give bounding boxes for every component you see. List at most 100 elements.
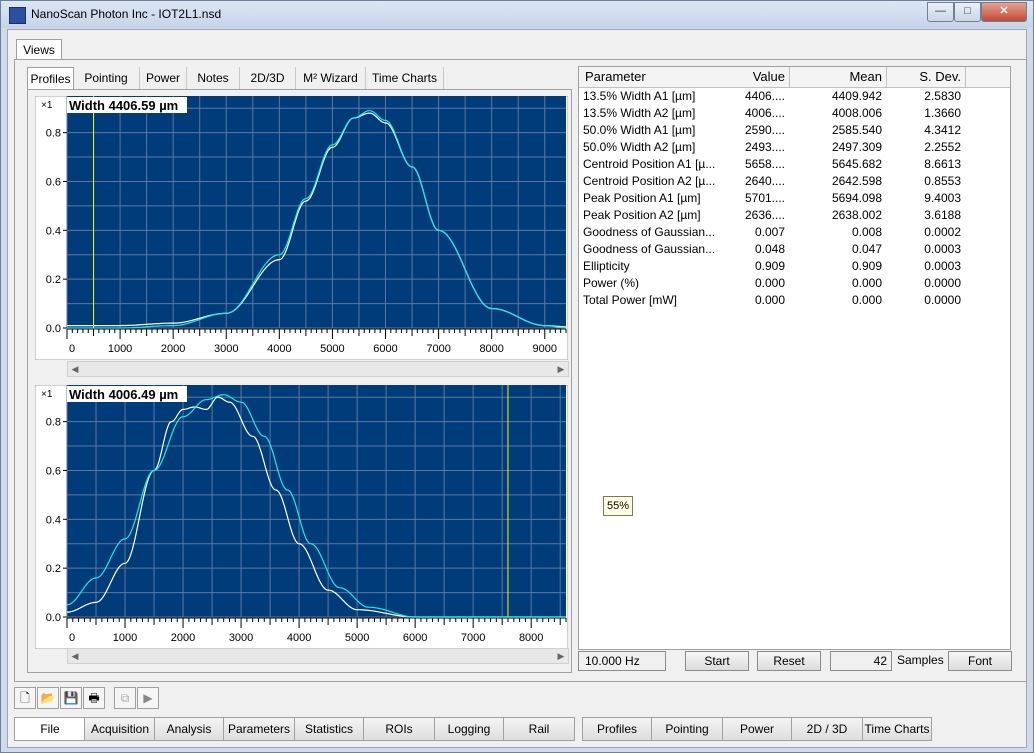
font-button[interactable]: Font: [948, 651, 1012, 671]
nav-rois[interactable]: ROIs: [363, 717, 435, 741]
cell-sdev: 9.4003: [924, 191, 961, 205]
close-button[interactable]: ✕: [981, 2, 1027, 22]
scroll-left-icon[interactable]: ◀: [68, 362, 82, 376]
x-tick-label: 0: [69, 343, 75, 355]
table-row[interactable]: 13.5% Width A2 [µm] 4006.... 4008.006 1.366…: [579, 106, 1010, 123]
nav-pointing[interactable]: Pointing: [651, 717, 723, 741]
tab-views[interactable]: Views: [16, 39, 62, 60]
cell-parameter: 13.5% Width A1 [µm]: [583, 89, 696, 103]
cell-sdev: 0.0003: [924, 242, 961, 256]
header-parameter[interactable]: Parameter: [579, 67, 738, 88]
cell-sdev: 4.3412: [924, 123, 961, 137]
table-row[interactable]: Centroid Position A1 [µ... 5658.... 5645.6…: [579, 157, 1010, 174]
table-row[interactable]: 50.0% Width A1 [µm] 2590.... 2585.540 4.341…: [579, 123, 1010, 140]
minimize-button[interactable]: —: [927, 2, 954, 22]
plot1-scrollbar[interactable]: ◀ ▶: [67, 361, 569, 377]
table-row[interactable]: Ellipticity 0.909 0.909 0.0003: [579, 259, 1010, 276]
cell-value: 2493....: [744, 140, 785, 154]
header-sdev[interactable]: S. Dev.: [887, 67, 966, 88]
table-row[interactable]: Peak Position A1 [µm] 5701.... 5694.098 9.4…: [579, 191, 1010, 208]
y-tick-label: 0.2: [46, 563, 61, 575]
scroll-right-icon[interactable]: ▶: [554, 362, 568, 376]
x-tick-label: 3000: [229, 632, 253, 644]
table-row[interactable]: 13.5% Width A1 [µm] 4406.... 4409.942 2.583…: [579, 89, 1010, 106]
x-tick-label: 8000: [519, 632, 543, 644]
tab-power[interactable]: Power: [140, 67, 187, 89]
cell-mean: 2497.309: [831, 140, 882, 154]
scroll-left-icon[interactable]: ◀: [68, 649, 82, 663]
profile-plot-a1[interactable]: 0.8 0.6 0.4 0.2 0.0 ×1 0 1000 2000 3000 4000 5000 60…: [35, 96, 568, 360]
table-row[interactable]: Peak Position A2 [µm] 2636.... 2638.002 3.6…: [579, 208, 1010, 225]
table-row[interactable]: Goodness of Gaussian... 0.007 0.008 0.0002: [579, 225, 1010, 242]
cell-value: 0.007: [754, 225, 785, 239]
header-mean[interactable]: Mean: [790, 67, 887, 88]
tab-m2-wizard[interactable]: M² Wizard: [296, 67, 366, 89]
y-tick-label: 0.0: [46, 612, 61, 624]
cell-parameter: Peak Position A2 [µm]: [583, 208, 701, 222]
tab-pointing[interactable]: Pointing: [73, 67, 140, 89]
play-icon[interactable]: ▶: [137, 687, 159, 709]
profile-plot-a2[interactable]: 0.8 0.6 0.4 0.2 0.0 ×1 0 1000 2000 3000 4000 5000 60…: [35, 385, 568, 649]
plot2-scrollbar[interactable]: ◀ ▶: [67, 648, 569, 664]
results-grid[interactable]: Parameter Value Mean S. Dev. 13.5% Width…: [578, 66, 1011, 650]
table-row[interactable]: Goodness of Gaussian... 0.048 0.047 0.0003: [579, 242, 1010, 259]
y-multiplier-label: ×1: [41, 100, 53, 111]
cell-mean: 0.008: [851, 225, 882, 239]
cell-parameter: Goodness of Gaussian...: [583, 242, 716, 256]
cell-mean: 0.000: [851, 276, 882, 290]
header-value[interactable]: Value: [732, 67, 790, 88]
save-icon[interactable]: 💾: [60, 687, 82, 709]
nav-rail[interactable]: Rail: [503, 717, 575, 741]
cell-sdev: 0.0000: [924, 293, 961, 307]
nav-statistics[interactable]: Statistics: [294, 717, 364, 741]
table-row[interactable]: Power (%) 0.000 0.000 0.0000: [579, 276, 1010, 293]
x-tick-label: 8000: [479, 343, 503, 355]
cell-parameter: 50.0% Width A2 [µm]: [583, 140, 696, 154]
tab-time-charts[interactable]: Time Charts: [366, 67, 444, 89]
title-bar[interactable]: NanoScan Photon Inc - IOT2L1.nsd — □ ✕: [1, 1, 1033, 28]
x-tick-label: 4000: [267, 343, 291, 355]
tab-profiles[interactable]: Profiles: [27, 67, 74, 90]
cell-sdev: 2.2552: [924, 140, 961, 154]
maximize-button[interactable]: □: [954, 2, 981, 22]
tab-2d-3d[interactable]: 2D/3D: [240, 67, 296, 89]
scroll-right-icon[interactable]: ▶: [554, 649, 568, 663]
cell-sdev: 2.5830: [924, 89, 961, 103]
y-multiplier-label: ×1: [41, 389, 53, 400]
nav-analysis[interactable]: Analysis: [154, 717, 224, 741]
nav-2d-3d[interactable]: 2D / 3D: [791, 717, 863, 741]
nav-power[interactable]: Power: [722, 717, 792, 741]
cell-value: 2636....: [744, 208, 785, 222]
cell-value: 0.048: [754, 242, 785, 256]
samples-field[interactable]: 42: [830, 651, 892, 671]
samples-label: Samples: [897, 653, 944, 667]
nav-profiles[interactable]: Profiles: [582, 717, 652, 741]
cell-sdev: 0.0002: [924, 225, 961, 239]
cell-value: 0.000: [754, 293, 785, 307]
print-icon[interactable]: 🖶: [83, 687, 105, 709]
table-row[interactable]: Centroid Position A2 [µ... 2640.... 2642.5…: [579, 174, 1010, 191]
nav-time-charts[interactable]: Time Charts: [862, 717, 932, 741]
table-row[interactable]: 50.0% Width A2 [µm] 2493.... 2497.309 2.255…: [579, 140, 1010, 157]
start-button[interactable]: Start: [685, 651, 749, 671]
copy-icon[interactable]: ⧉: [114, 687, 136, 709]
nav-acquisition[interactable]: Acquisition: [84, 717, 156, 741]
nav-parameters[interactable]: Parameters: [223, 717, 295, 741]
cell-mean: 4008.006: [831, 106, 882, 120]
y-tick-label: 0.8: [46, 128, 61, 140]
plot-area: [67, 385, 566, 617]
new-file-icon[interactable]: 🗋: [14, 687, 36, 709]
reset-button[interactable]: Reset: [757, 651, 821, 671]
tab-notes[interactable]: Notes: [187, 67, 240, 89]
x-tick-label: 5000: [345, 632, 369, 644]
cell-mean: 5694.098: [831, 191, 882, 205]
x-tick-label: 1000: [113, 632, 137, 644]
open-folder-icon[interactable]: 📂: [37, 687, 59, 709]
nav-file[interactable]: File: [14, 717, 86, 741]
x-tick-label: 2000: [161, 343, 185, 355]
table-row[interactable]: Total Power [mW] 0.000 0.000 0.0000: [579, 293, 1010, 310]
x-tick-label: 6000: [403, 632, 427, 644]
zoom-tooltip: 55%: [603, 496, 633, 516]
x-tick-label: 0: [69, 632, 75, 644]
nav-logging[interactable]: Logging: [434, 717, 504, 741]
